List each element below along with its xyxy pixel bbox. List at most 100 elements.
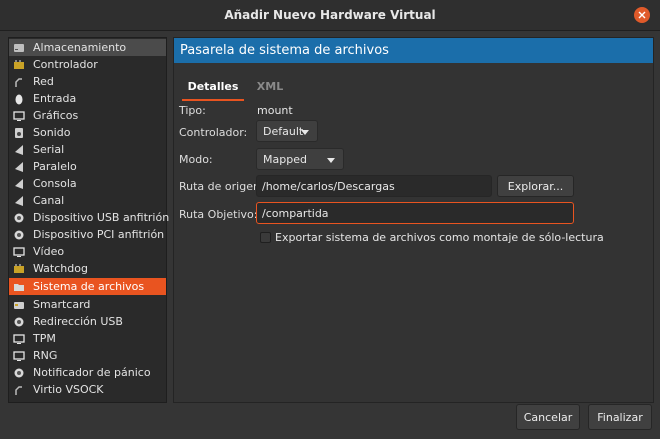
- ruta-origen-input[interactable]: /home/carlos/Descargas: [256, 175, 492, 197]
- sidebar-item-label: Dispositivo USB anfitrión: [33, 211, 170, 224]
- controlador-value: Default: [263, 124, 304, 138]
- display-icon: [13, 110, 25, 122]
- sidebar-item-entrada[interactable]: Entrada: [9, 90, 166, 107]
- sidebar-item-label: Entrada: [33, 92, 77, 105]
- sidebar-item-smartcard[interactable]: Smartcard: [9, 296, 166, 313]
- panel-title: Pasarela de sistema de archivos: [180, 43, 389, 58]
- sidebar-item-label: Sonido: [33, 126, 71, 139]
- tpm-icon: [13, 333, 25, 345]
- sidebar-item-label: Notificador de pánico: [33, 366, 151, 379]
- sidebar-item-graficos[interactable]: Gráficos: [9, 107, 166, 124]
- tab-label: XML: [256, 80, 284, 93]
- sidebar-item-label: Red: [33, 75, 54, 88]
- network-icon: [13, 76, 25, 88]
- sidebar-item-label: Dispositivo PCI anfitrión: [33, 228, 165, 241]
- explorar-button[interactable]: Explorar...: [497, 175, 574, 197]
- tab-label: Detalles: [187, 80, 239, 93]
- sidebar-item-red[interactable]: Red: [9, 73, 166, 90]
- window-title: Añadir Nuevo Hardware Virtual: [224, 8, 436, 22]
- controlador-dropdown[interactable]: Default: [256, 120, 318, 142]
- ruta-objetivo-value: /compartida: [262, 206, 329, 220]
- tipo-label: Tipo:: [179, 104, 206, 117]
- title-bar[interactable]: Añadir Nuevo Hardware Virtual: [0, 0, 660, 31]
- tipo-value: mount: [257, 104, 293, 117]
- ruta-origen-label: Ruta de origen: [179, 180, 260, 193]
- sidebar-item-label: Redirección USB: [33, 315, 123, 328]
- sound-icon: [13, 127, 25, 139]
- chevron-down-icon: [327, 158, 335, 163]
- sidebar-item-controlador[interactable]: Controlador: [9, 56, 166, 73]
- serial-icon: [13, 144, 25, 156]
- tab-xml[interactable]: XML: [252, 74, 288, 99]
- modo-value: Mapped: [263, 152, 307, 166]
- sidebar-item-label: Consola: [33, 177, 77, 190]
- sidebar-item-label: Paralelo: [33, 160, 77, 173]
- sidebar-item-notificador-panico[interactable]: Notificador de pánico: [9, 364, 166, 381]
- sidebar-item-canal[interactable]: Canal: [9, 192, 166, 209]
- sidebar-item-serial[interactable]: Serial: [9, 141, 166, 158]
- tab-detalles[interactable]: Detalles: [182, 74, 244, 101]
- sidebar-item-tpm[interactable]: TPM: [9, 330, 166, 347]
- sidebar-item-usb-anfitrion[interactable]: Dispositivo USB anfitrión: [9, 209, 170, 226]
- close-button[interactable]: [634, 7, 650, 23]
- sidebar-item-watchdog[interactable]: Watchdog: [9, 260, 166, 277]
- usb-icon: [13, 212, 25, 224]
- tab-bar: Detalles XML: [174, 74, 653, 101]
- sidebar-item-almacenamiento[interactable]: Almacenamiento: [9, 39, 166, 56]
- rng-icon: [13, 350, 25, 362]
- sidebar-item-sonido[interactable]: Sonido: [9, 124, 166, 141]
- modo-label: Modo:: [179, 153, 213, 166]
- usb-redirect-icon: [13, 316, 25, 328]
- hardware-type-list[interactable]: Almacenamiento Controlador Red Entrada G…: [8, 37, 170, 403]
- sidebar-item-label: Controlador: [33, 58, 98, 71]
- explorar-label: Explorar...: [507, 179, 564, 193]
- panic-icon: [13, 367, 25, 379]
- sidebar-item-rng[interactable]: RNG: [9, 347, 166, 364]
- sidebar-item-sistema-de-archivos[interactable]: Sistema de archivos: [9, 278, 166, 295]
- controller-icon: [13, 59, 25, 71]
- cancel-label: Cancelar: [523, 410, 573, 424]
- ruta-origen-value: /home/carlos/Descargas: [262, 179, 395, 193]
- sidebar-item-pci-anfitrion[interactable]: Dispositivo PCI anfitrión: [9, 226, 166, 243]
- sidebar-item-label: Smartcard: [33, 298, 91, 311]
- sidebar-item-paralelo[interactable]: Paralelo: [9, 158, 166, 175]
- readonly-label[interactable]: Exportar sistema de archivos como montaj…: [275, 231, 604, 244]
- parallel-icon: [13, 161, 25, 173]
- vsock-icon: [13, 384, 25, 396]
- sidebar-item-label: Almacenamiento: [33, 41, 127, 54]
- finish-label: Finalizar: [597, 410, 643, 424]
- video-icon: [13, 246, 25, 258]
- cancel-button[interactable]: Cancelar: [516, 404, 580, 430]
- panel-banner: Pasarela de sistema de archivos: [174, 38, 653, 63]
- sidebar-item-label: Sistema de archivos: [33, 280, 145, 293]
- sidebar-item-label: RNG: [33, 349, 58, 362]
- folder-icon: [13, 281, 25, 293]
- ruta-objetivo-input[interactable]: /compartida: [256, 202, 574, 224]
- modo-dropdown[interactable]: Mapped: [256, 148, 344, 170]
- add-hardware-dialog: Añadir Nuevo Hardware Virtual Almacenami…: [0, 0, 660, 439]
- controlador-label: Controlador:: [179, 126, 248, 139]
- close-icon: [638, 11, 646, 19]
- sidebar-item-virtio-vsock[interactable]: Virtio VSOCK: [9, 381, 166, 398]
- console-icon: [13, 178, 25, 190]
- storage-icon: [13, 42, 25, 54]
- smartcard-icon: [13, 299, 25, 311]
- pci-icon: [13, 229, 25, 241]
- sidebar-item-label: TPM: [33, 332, 56, 345]
- watchdog-icon: [13, 263, 25, 275]
- chevron-down-icon: [301, 130, 309, 135]
- ruta-objetivo-label: Ruta Objetivo:: [179, 208, 258, 221]
- finish-button[interactable]: Finalizar: [588, 404, 652, 430]
- sidebar-item-label: Watchdog: [33, 262, 88, 275]
- sidebar-item-label: Virtio VSOCK: [33, 383, 104, 396]
- readonly-checkbox[interactable]: [260, 232, 271, 243]
- sidebar-item-video[interactable]: Vídeo: [9, 243, 166, 260]
- mouse-icon: [13, 93, 25, 105]
- sidebar-item-label: Canal: [33, 194, 65, 207]
- sidebar-item-redireccion-usb[interactable]: Redirección USB: [9, 313, 166, 330]
- sidebar-item-consola[interactable]: Consola: [9, 175, 166, 192]
- details-panel: Pasarela de sistema de archivos Detalles…: [173, 37, 654, 403]
- sidebar-item-label: Gráficos: [33, 109, 79, 122]
- channel-icon: [13, 195, 25, 207]
- sidebar-item-label: Vídeo: [33, 245, 65, 258]
